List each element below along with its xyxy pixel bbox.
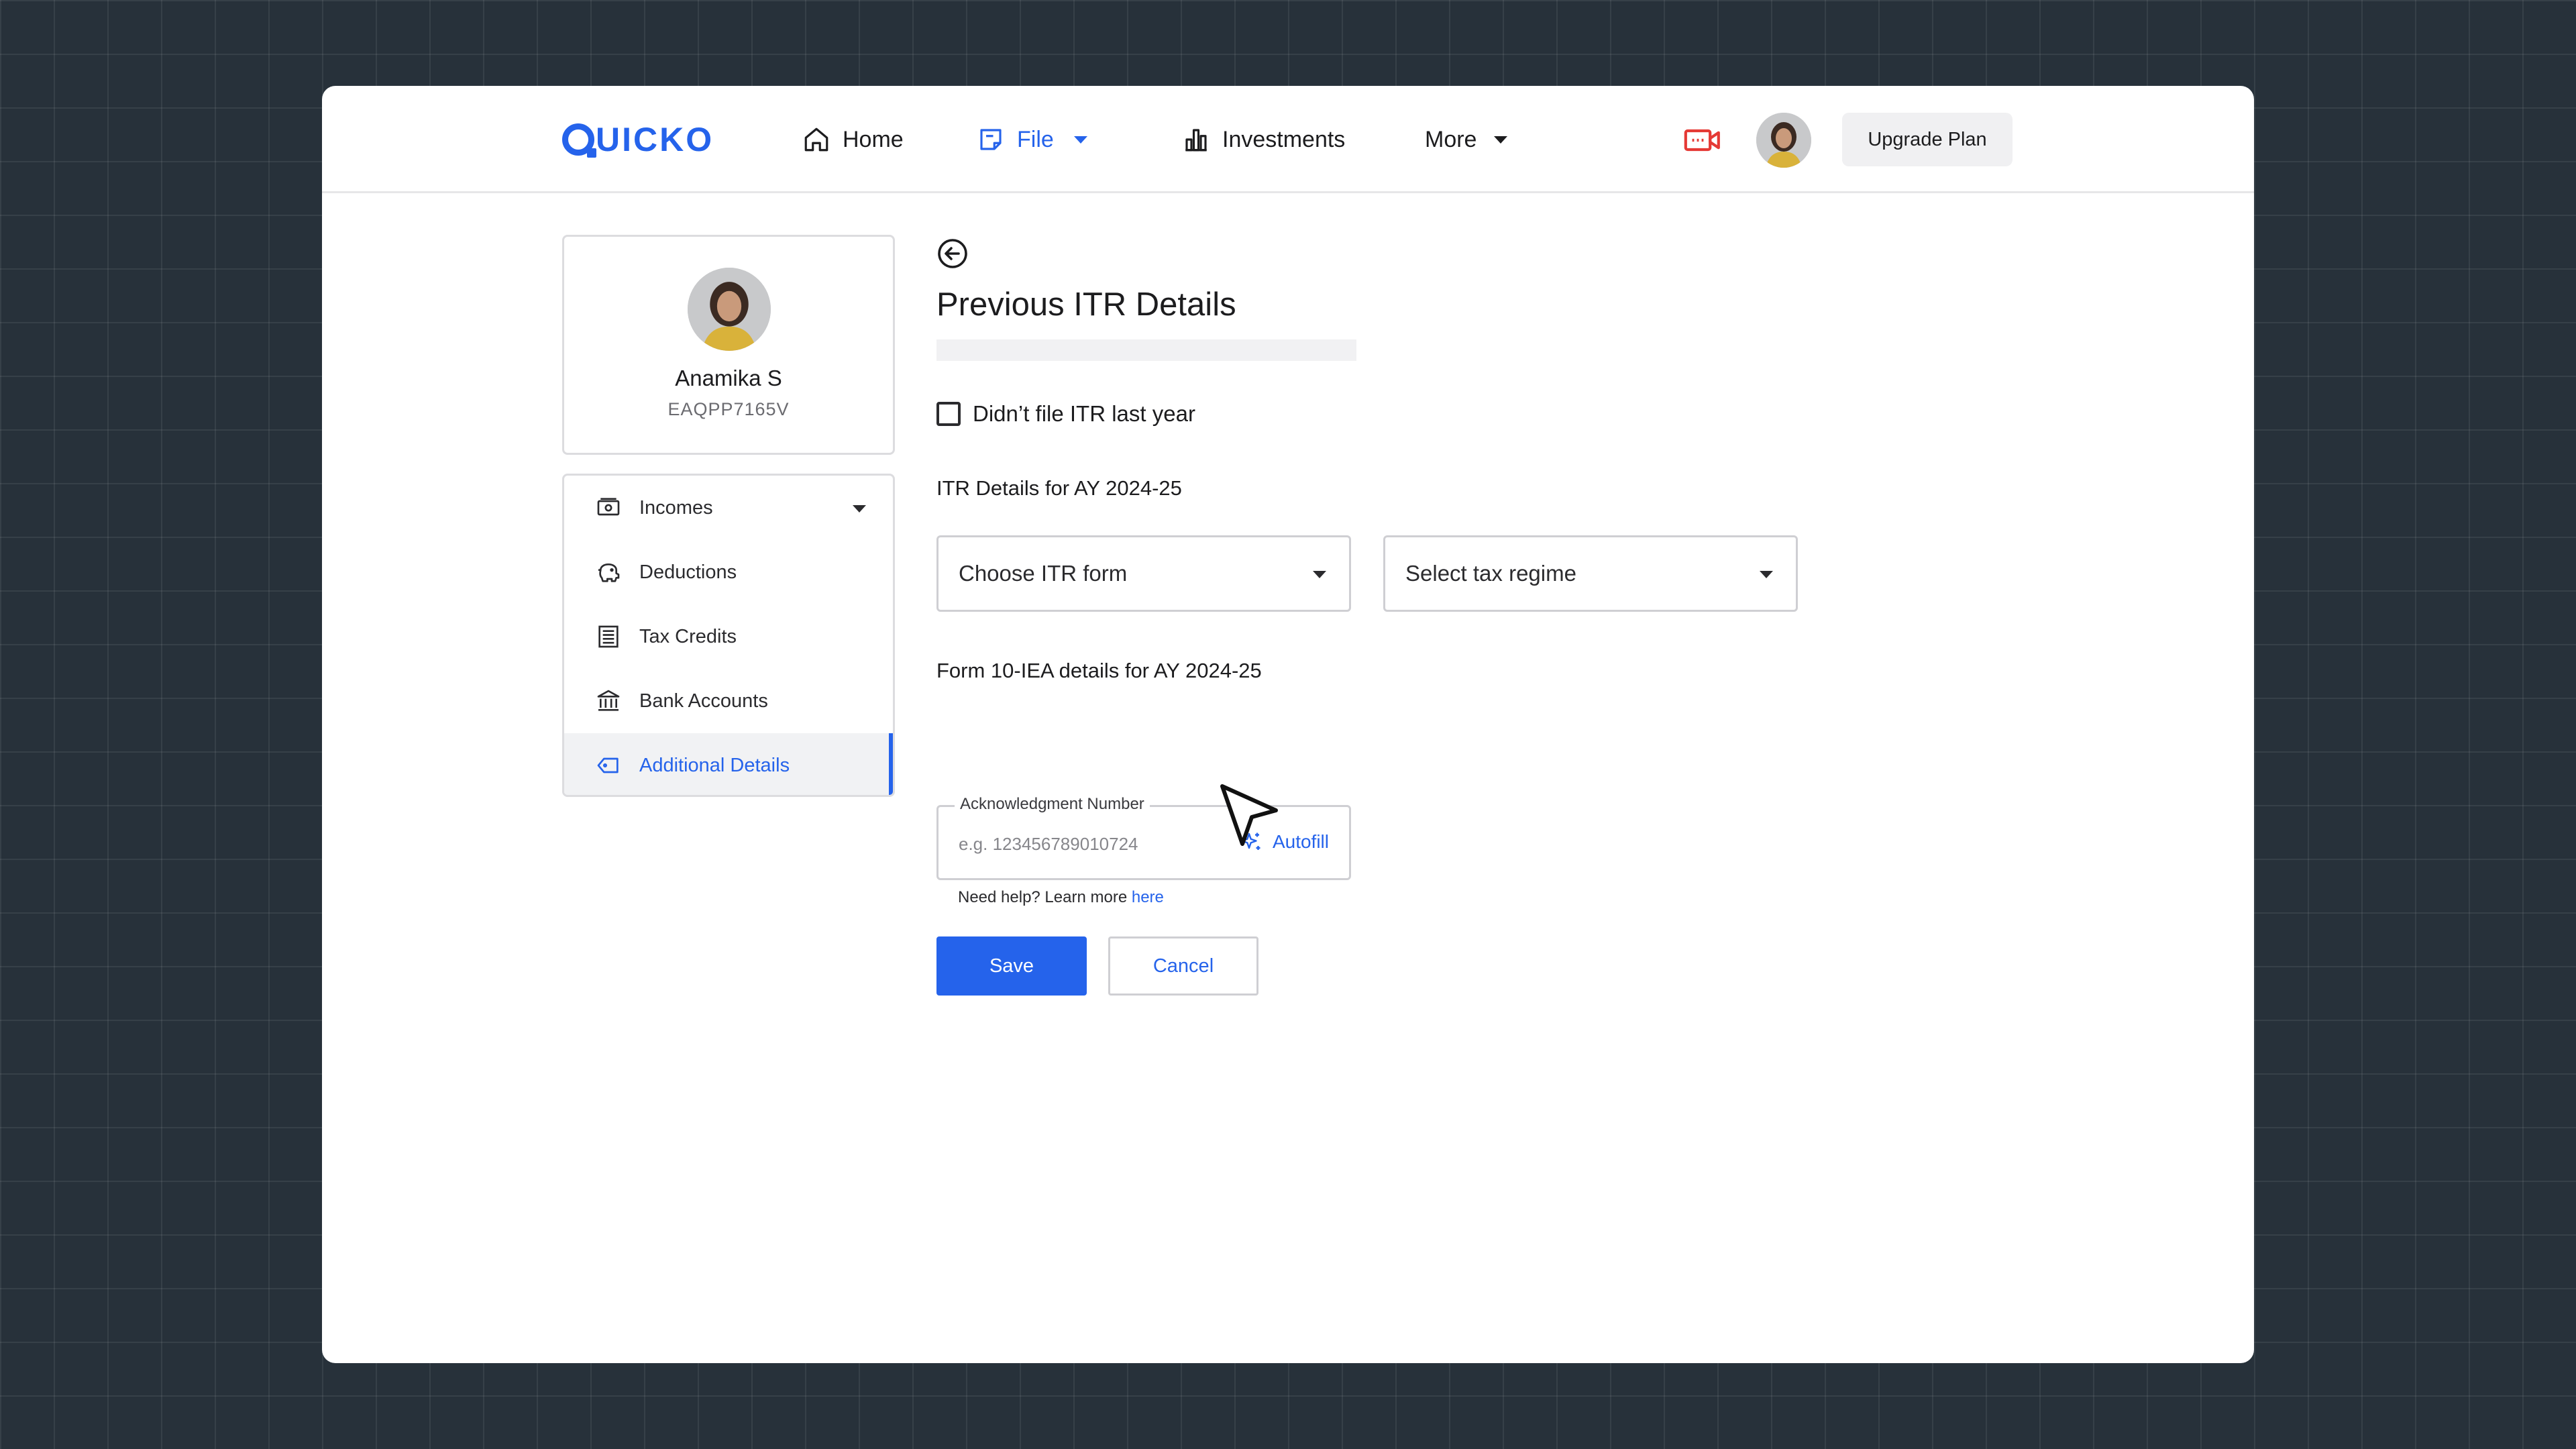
profile-pan: EAQPP7165V [667, 399, 790, 419]
itr-form-select-value: Choose ITR form [959, 561, 1128, 586]
itr-details-heading: ITR Details for AY 2024-25 [936, 476, 1182, 500]
chevron-down-icon [1073, 136, 1087, 144]
itr-form-select[interactable]: Choose ITR form [936, 535, 1351, 612]
investments-icon [1185, 129, 1207, 152]
profile-avatar [688, 268, 771, 351]
sidebar-menu: Incomes Deductions Tax Credits Bank Acco… [562, 474, 895, 797]
sidebar-item-deductions[interactable]: Deductions [564, 540, 893, 604]
sidebar-item-incomes[interactable]: Incomes [564, 476, 893, 540]
nav-file[interactable]: File [977, 119, 1087, 160]
logo-text: UICKO [596, 121, 714, 158]
sidebar-item-label: Bank Accounts [639, 690, 768, 712]
sidebar-item-additional-details[interactable]: Additional Details [564, 733, 893, 795]
wallet-icon [597, 498, 620, 516]
didnt-file-checkbox-row[interactable]: Didn’t file ITR last year [936, 401, 1195, 427]
home-icon [804, 127, 828, 152]
sidebar-item-label: Additional Details [639, 754, 790, 776]
chevron-down-icon [1313, 571, 1326, 578]
autofill-label: Autofill [1272, 831, 1329, 852]
sidebar-item-tax-credits[interactable]: Tax Credits [564, 604, 893, 669]
chevron-down-icon [1760, 571, 1773, 578]
nav-more-label: More [1425, 126, 1477, 152]
nav-investments[interactable]: Investments [1182, 119, 1345, 160]
form-10iea-heading: Form 10-IEA details for AY 2024-25 [936, 659, 1262, 682]
help-text: Need help? Learn more here [958, 888, 1164, 907]
chevron-down-icon [853, 505, 866, 513]
app-window: UICKO Home File Investments More Upgrade… [322, 86, 2254, 1363]
page-title: Previous ITR Details [936, 286, 1236, 323]
video-camera-icon[interactable] [1684, 126, 1721, 154]
file-icon [980, 129, 1002, 150]
tag-icon [597, 757, 619, 773]
checkbox-label: Didn’t file ITR last year [973, 401, 1195, 426]
quicko-logo[interactable]: UICKO [562, 121, 714, 158]
avatar[interactable] [1756, 113, 1811, 168]
sidebar-item-label: Incomes [639, 496, 713, 519]
logo-mark [562, 123, 596, 158]
tax-regime-select-value: Select tax regime [1405, 561, 1576, 586]
top-navigation-bar: UICKO Home File Investments More Upgrade… [322, 86, 2254, 193]
document-icon [598, 625, 619, 648]
chevron-down-icon [1494, 136, 1508, 144]
back-arrow-icon[interactable] [936, 237, 969, 270]
tax-regime-select[interactable]: Select tax regime [1383, 535, 1798, 612]
didnt-file-checkbox[interactable] [936, 402, 961, 426]
acknowledgment-number-input[interactable]: e.g. 123456789010724 [959, 834, 1138, 855]
cancel-button[interactable]: Cancel [1108, 936, 1258, 996]
upgrade-plan-button[interactable]: Upgrade Plan [1842, 113, 2012, 166]
piggy-bank-icon [598, 564, 620, 582]
nav-investments-label: Investments [1222, 126, 1346, 152]
acknowledgment-number-label: Acknowledgment Number [955, 795, 1150, 814]
avatar-image [1756, 113, 1811, 168]
profile-card: Anamika S EAQPP7165V [562, 235, 895, 455]
mouse-cursor-icon [1220, 784, 1278, 846]
help-link[interactable]: here [1132, 888, 1164, 906]
profile-name: Anamika S [675, 366, 782, 390]
acknowledgment-number-field[interactable]: Acknowledgment Number e.g. 1234567890107… [936, 795, 1351, 880]
nav-file-label: File [1017, 126, 1054, 152]
avatar-image [688, 268, 771, 351]
nav-home[interactable]: Home [802, 119, 904, 160]
sidebar-item-label: Tax Credits [639, 625, 737, 647]
save-button[interactable]: Save [936, 936, 1087, 996]
bank-icon [597, 690, 620, 711]
sidebar-item-label: Deductions [639, 561, 737, 583]
nav-home-label: Home [843, 126, 904, 152]
nav-more[interactable]: More [1425, 119, 1508, 160]
sidebar-item-bank-accounts[interactable]: Bank Accounts [564, 669, 893, 733]
progress-bar [936, 339, 1356, 361]
help-text-body: Need help? Learn more [958, 888, 1132, 906]
